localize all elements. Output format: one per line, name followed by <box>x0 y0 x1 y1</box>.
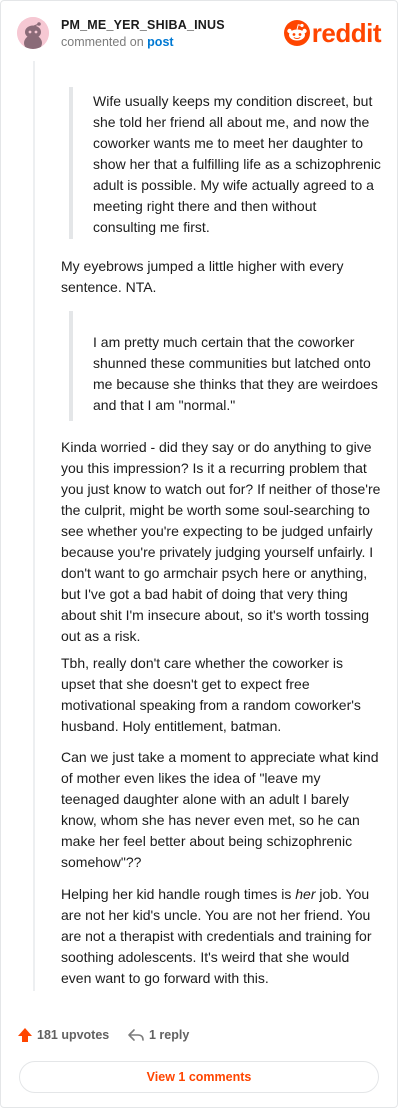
upvote-count: 181 upvotes <box>37 1028 110 1042</box>
paragraph-2: Kinda worried - did they say or do anyth… <box>61 439 381 644</box>
paragraph-4: Can we just take a moment to appreciate … <box>61 749 379 870</box>
meta-prefix: commented on <box>61 35 144 49</box>
reddit-logo[interactable]: reddit <box>283 18 382 48</box>
snoo-avatar-icon <box>17 17 49 49</box>
quote-text-2: I am pretty much certain that the cowork… <box>93 334 378 413</box>
paragraph-5-emphasis: her <box>295 886 316 902</box>
quote-block-2: I am pretty much certain that the cowork… <box>69 311 381 421</box>
post-link[interactable]: post <box>147 35 173 49</box>
reddit-snoo-icon <box>283 20 310 46</box>
reply-arrow-icon <box>128 1029 144 1041</box>
thread-line[interactable] <box>33 61 35 991</box>
paragraph-5-part-1: Helping her kid handle rough times is <box>61 886 296 902</box>
comment-header: PM_ME_YER_SHIBA_INUS commented on post r… <box>17 15 382 55</box>
comment-card: PM_ME_YER_SHIBA_INUS commented on post r… <box>0 0 398 1108</box>
quote-text-1: Wife usually keeps my condition discreet… <box>93 93 381 235</box>
comment-meta: commented on post <box>61 35 174 49</box>
upvote-arrow-icon <box>18 1028 32 1042</box>
paragraph-1: My eyebrows jumped a little higher with … <box>61 258 344 295</box>
reddit-wordmark: reddit <box>311 18 382 48</box>
quote-block-1: Wife usually keeps my condition discreet… <box>69 87 381 239</box>
upvote-control[interactable]: 181 upvotes <box>17 1027 109 1043</box>
reply-control[interactable]: 1 reply <box>127 1027 189 1043</box>
username[interactable]: PM_ME_YER_SHIBA_INUS <box>61 18 225 32</box>
paragraph-5: Helping her kid handle rough times is he… <box>61 884 381 989</box>
reply-count: 1 reply <box>149 1028 190 1042</box>
user-avatar[interactable] <box>17 17 49 49</box>
comment-footer: 181 upvotes 1 reply <box>17 1027 381 1049</box>
view-comments-button[interactable]: View 1 comments <box>19 1061 379 1093</box>
paragraph-3: Tbh, really don't care whether the cowor… <box>61 655 361 734</box>
